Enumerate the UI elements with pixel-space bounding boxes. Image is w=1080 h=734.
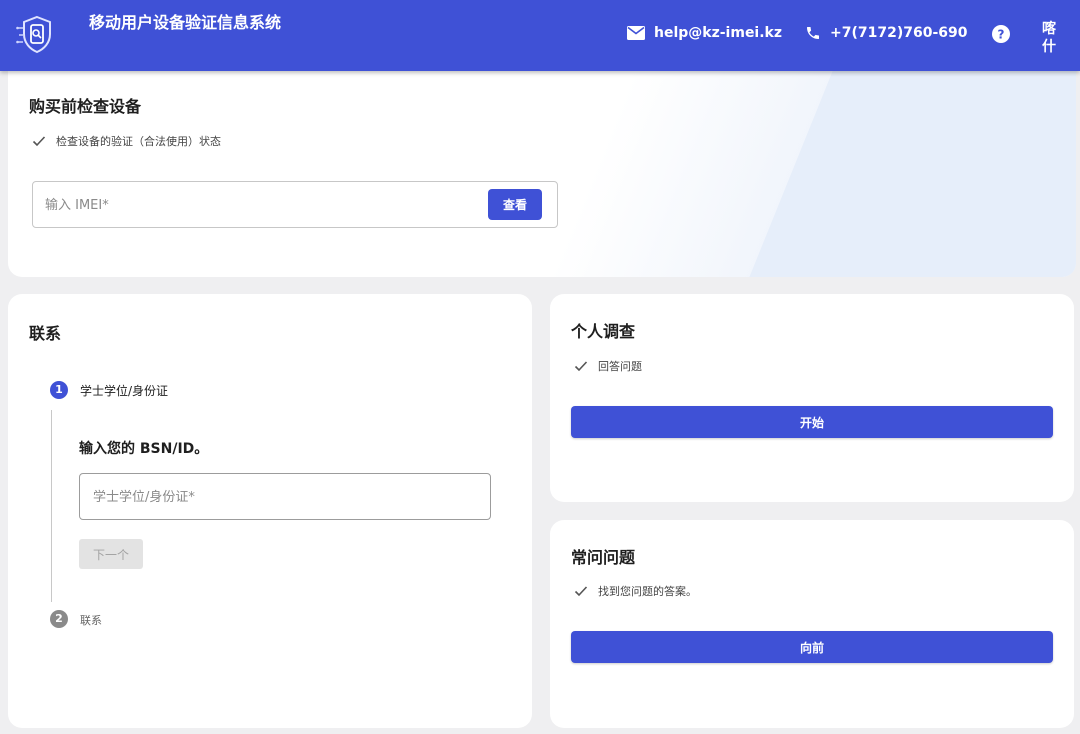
- check-icon: [32, 136, 46, 147]
- step-1-label: 学士学位/身份证: [80, 384, 169, 398]
- check-device-card: 购买前检查设备 检查设备的验证（合法使用）状态 查看: [8, 71, 1076, 277]
- bsn-id-input[interactable]: [93, 486, 473, 508]
- check-icon: [574, 361, 588, 372]
- survey-subtitle-row: 回答问题: [574, 358, 642, 374]
- faq-subtitle-row: 找到您问题的答案。: [574, 583, 697, 599]
- step-1-indicator: 1: [50, 381, 68, 399]
- header-phone-text: +7(7172)760-690: [830, 25, 968, 41]
- step-2-label: 联系: [80, 614, 102, 627]
- imei-field-container: 查看: [32, 181, 558, 228]
- check-icon: [574, 586, 588, 597]
- phone-icon: [807, 27, 819, 39]
- check-imei-button[interactable]: 查看: [488, 189, 542, 220]
- faq-title: 常问问题: [571, 548, 636, 567]
- svg-text:?: ?: [998, 28, 1005, 42]
- app-header: 移动用户设备验证信息系统 help@kz-imei.kz +7(7172)760…: [0, 0, 1080, 71]
- language-selector[interactable]: 喀什: [1039, 20, 1059, 56]
- start-survey-button[interactable]: 开始: [571, 406, 1053, 438]
- stepper-connector: [51, 410, 52, 602]
- header-email-link[interactable]: help@kz-imei.kz: [627, 25, 782, 41]
- survey-title: 个人调查: [571, 322, 636, 341]
- faq-subtitle: 找到您问题的答案。: [598, 585, 697, 598]
- app-title: 移动用户设备验证信息系统: [89, 13, 282, 32]
- personal-survey-card: 个人调查 回答问题 开始: [550, 294, 1074, 502]
- shield-device-logo-icon: [16, 15, 51, 54]
- step-2-indicator: 2: [50, 610, 68, 628]
- faq-card: 常问问题 找到您问题的答案。 向前: [550, 520, 1074, 728]
- survey-subtitle: 回答问题: [598, 360, 642, 373]
- header-email-text: help@kz-imei.kz: [654, 25, 783, 41]
- faq-forward-button[interactable]: 向前: [571, 631, 1053, 663]
- check-device-title: 购买前检查设备: [29, 97, 142, 116]
- check-device-subtitle-row: 检查设备的验证（合法使用）状态: [32, 133, 221, 149]
- bsn-field-container: [79, 473, 491, 520]
- next-step-button[interactable]: 下一个: [79, 539, 143, 569]
- check-device-subtitle: 检查设备的验证（合法使用）状态: [56, 135, 221, 148]
- imei-input[interactable]: [45, 194, 465, 216]
- header-phone-link[interactable]: +7(7172)760-690: [805, 25, 968, 41]
- help-icon[interactable]: ?: [991, 24, 1011, 44]
- contact-title: 联系: [29, 324, 62, 343]
- mail-icon: [627, 26, 645, 40]
- bsn-heading: 输入您的 BSN/ID。: [79, 441, 209, 457]
